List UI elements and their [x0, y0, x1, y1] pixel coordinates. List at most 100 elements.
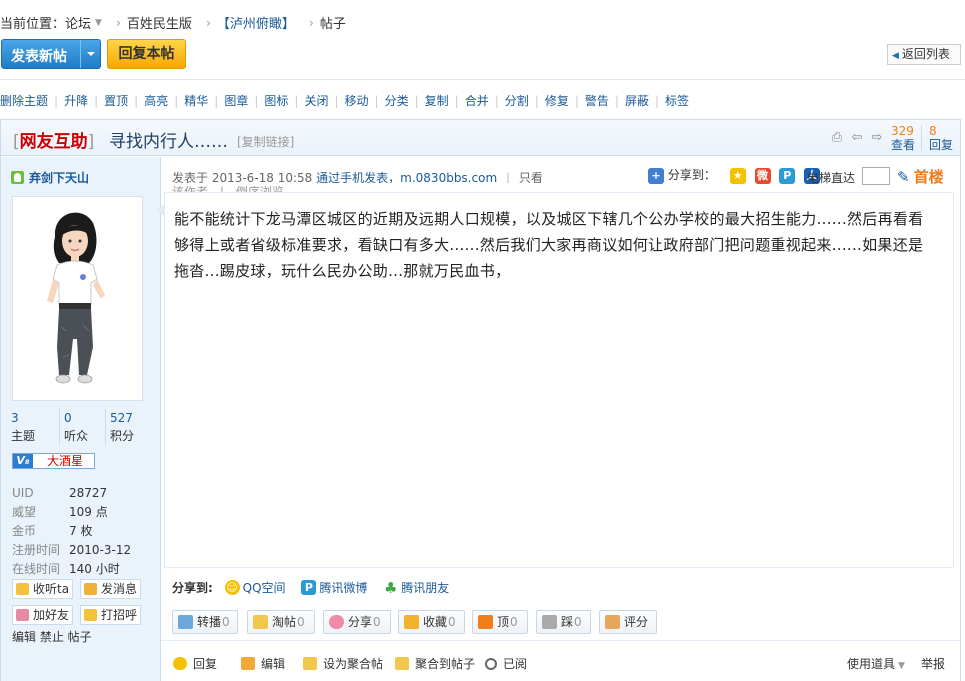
author-panel: 弃剑下天山 3 主题 0 听众 527 积分 V₈ 大酒星 UID 28727 …	[1, 157, 161, 681]
prev-thread-icon[interactable]: ⇦	[850, 131, 864, 145]
document-icon	[395, 657, 409, 670]
follow-icon	[16, 583, 29, 595]
mod-tool-item[interactable]: 警告	[585, 94, 609, 108]
mod-tool-item[interactable]: 复制	[425, 94, 449, 108]
replies-label: 回复	[929, 138, 954, 152]
reply-thread-button[interactable]: 回复本帖	[107, 39, 186, 69]
mod-tool-item[interactable]: 图标	[264, 94, 288, 108]
favorite-button[interactable]: 收藏0	[398, 610, 465, 634]
mod-tool-item[interactable]: 图章	[224, 94, 248, 108]
collect-thread-label: 淘帖	[272, 615, 297, 629]
breadcrumb-section[interactable]: 百姓民生版	[127, 13, 192, 32]
mod-tool-item[interactable]: 升降	[64, 94, 88, 108]
report-button[interactable]: 举报	[921, 655, 945, 672]
level-badge: V₈ 大酒星	[12, 453, 95, 469]
mod-tool-item[interactable]: 分类	[385, 94, 409, 108]
admin-actions[interactable]: 编辑 禁止 帖子	[12, 628, 92, 645]
topics-label: 主题	[11, 429, 36, 443]
divider: |	[334, 94, 339, 108]
reply-post-button[interactable]: 回复	[173, 655, 217, 672]
share-button-label: 分享	[348, 615, 373, 629]
share-button[interactable]: 分享0	[323, 610, 391, 634]
breadcrumb-subforum[interactable]: 【泸州俯瞰】	[217, 13, 295, 32]
print-icon[interactable]: ⎙	[830, 131, 844, 145]
folder-icon	[253, 615, 268, 629]
add-friend-label: 加好友	[33, 608, 70, 622]
collect-thread-button[interactable]: 淘帖0	[247, 610, 315, 634]
qzone-icon[interactable]: ★	[729, 167, 746, 184]
moderator-toolbar: 删除主题 | 升降 | 置顶 | 高亮 | 精华 | 图章 | 图标 | 关闭 | 移动 | 分类 | 复制 | 合并 | 分割…	[0, 92, 689, 109]
share-tencent-friend-link[interactable]: 腾讯朋友	[401, 581, 449, 595]
upvote-count: 0	[510, 615, 518, 629]
upvote-button[interactable]: 顶0	[472, 610, 528, 634]
back-to-list-button[interactable]: ◀ 返回列表	[887, 44, 961, 65]
points-count[interactable]: 527 积分	[105, 409, 151, 445]
downvote-button[interactable]: 踩0	[536, 610, 591, 634]
arrow-left-icon: ◀	[892, 51, 899, 61]
coins-label: 金币	[12, 524, 37, 538]
new-post-button[interactable]: 发表新帖	[1, 39, 101, 69]
mobile-post-link[interactable]: 通过手机发表，m.0830bbs.com	[316, 171, 497, 183]
view-only-author-link[interactable]: 只看	[519, 171, 543, 183]
author-name-label: 弃剑下天山	[29, 171, 90, 185]
divider: |	[54, 94, 59, 108]
thread-frame: [网友互助] 寻找内行人…… [复制链接] ⎙ ⇦ ⇨ 329 查看 8 回复 …	[0, 119, 961, 681]
post-time: 发表于 2013-6-18 10:58	[172, 171, 313, 183]
rate-button[interactable]: 评分	[599, 610, 657, 634]
share-qzone-link[interactable]: QQ空间	[243, 581, 286, 595]
envelope-icon	[84, 583, 97, 595]
breadcrumb-forum[interactable]: 论坛	[65, 13, 91, 32]
heart-icon	[329, 615, 344, 629]
forward-button[interactable]: 转播0	[172, 610, 238, 634]
add-to-collection-button[interactable]: 聚合到帖子	[395, 655, 475, 672]
divider: |	[374, 94, 379, 108]
reply-label: 回复	[193, 657, 218, 671]
thread-category[interactable]: [网友互助]	[13, 127, 94, 152]
share-tencent-weibo-link[interactable]: 腾讯微博	[319, 581, 367, 595]
author-name[interactable]: 弃剑下天山	[11, 169, 89, 186]
set-collection-button[interactable]: 设为聚合帖	[303, 655, 383, 672]
elevator-label: 电梯直达	[807, 171, 856, 185]
mod-tool-item[interactable]: 分割	[505, 94, 529, 108]
topics-count[interactable]: 3 主题	[11, 409, 57, 445]
next-thread-icon[interactable]: ⇨	[870, 131, 884, 145]
floor-jump-input[interactable]	[862, 167, 890, 185]
mod-tool-item[interactable]: 删除主题	[0, 94, 48, 108]
mod-tool-item[interactable]: 标签	[665, 94, 689, 108]
add-friend-button[interactable]: 加好友	[12, 605, 73, 625]
read-label: 已阅	[503, 657, 528, 671]
mod-tool-item[interactable]: 屏蔽	[625, 94, 649, 108]
edit-label: 编辑	[261, 657, 286, 671]
weibo-icon[interactable]: 微	[754, 167, 771, 184]
mod-tool-item[interactable]: 置顶	[104, 94, 128, 108]
chevron-down-icon[interactable]: ▼	[95, 18, 102, 28]
pen-icon[interactable]: ✎	[897, 168, 910, 186]
mod-tool-item[interactable]: 高亮	[144, 94, 168, 108]
downvote-label: 踩	[561, 615, 574, 629]
greet-button[interactable]: 打招呼	[80, 605, 141, 625]
mod-tool-item[interactable]: 合并	[465, 94, 489, 108]
divider: |	[134, 94, 139, 108]
views-count: 329	[891, 124, 914, 138]
registered-label: 注册时间	[12, 543, 61, 557]
mod-tool-item[interactable]: 移动	[345, 94, 369, 108]
new-post-dropdown[interactable]	[80, 40, 100, 68]
message-button[interactable]: 发消息	[80, 579, 141, 599]
followers-count[interactable]: 0 听众	[59, 409, 105, 445]
speech-bubble-icon	[173, 657, 187, 670]
mod-tool-item[interactable]: 精华	[184, 94, 208, 108]
caret-down-icon	[87, 52, 95, 56]
use-tools-menu[interactable]: 使用道具 ▼	[847, 655, 905, 672]
post-content: 能不能统计下龙马潭区城区的近期及远期人口规模，以及城区下辖几个公办学校的最大招生…	[157, 192, 954, 568]
tencent-weibo-icon: P	[301, 580, 317, 595]
use-tools-label: 使用道具	[847, 657, 896, 671]
views-label: 查看	[891, 138, 916, 152]
edit-post-button[interactable]: 编辑	[241, 655, 285, 672]
mod-tool-item[interactable]: 关闭	[304, 94, 328, 108]
avatar[interactable]	[12, 196, 143, 401]
read-button[interactable]: 已阅	[485, 655, 527, 672]
follow-button[interactable]: 收听ta	[12, 579, 73, 599]
tencent-weibo-icon[interactable]: P	[779, 167, 796, 184]
mod-tool-item[interactable]: 修复	[545, 94, 569, 108]
copy-link-button[interactable]: [复制链接]	[237, 133, 294, 150]
